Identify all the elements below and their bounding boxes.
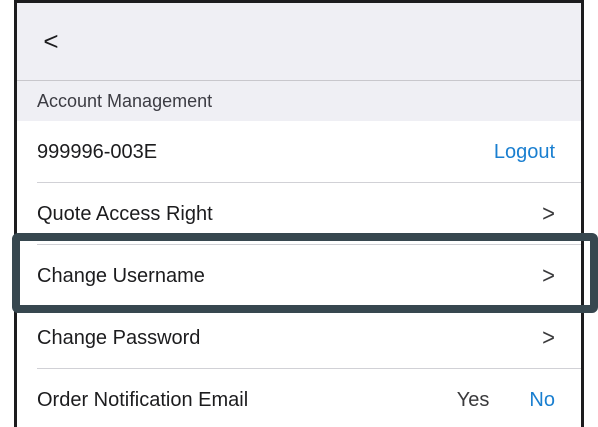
order-notification-email-row: Order Notification Email Yes No	[17, 369, 581, 427]
row-label: Quote Access Right	[37, 202, 213, 225]
row-label: Order Notification Email	[37, 388, 249, 411]
navigation-bar: <	[17, 3, 581, 81]
section-title: Account Management	[37, 90, 213, 111]
chevron-right-icon: >	[542, 261, 555, 290]
change-username-row[interactable]: Change Username >	[17, 245, 581, 307]
chevron-right-icon: >	[542, 323, 555, 352]
change-password-row[interactable]: Change Password >	[17, 307, 581, 369]
row-label: Change Password	[37, 326, 201, 349]
no-option[interactable]: No	[529, 389, 555, 412]
section-header: Account Management	[17, 81, 581, 121]
logout-button[interactable]: Logout	[494, 141, 555, 164]
account-row: 999996-003E Logout	[17, 121, 581, 183]
chevron-left-icon: <	[43, 26, 59, 56]
quote-access-right-row[interactable]: Quote Access Right >	[17, 183, 581, 245]
yes-option[interactable]: Yes	[457, 389, 490, 412]
account-id: 999996-003E	[37, 140, 158, 163]
back-button[interactable]: <	[37, 27, 65, 55]
row-label: Change Username	[37, 264, 205, 287]
settings-screen: < Account Management 999996-003E Logout …	[14, 0, 584, 427]
chevron-right-icon: >	[542, 199, 555, 228]
